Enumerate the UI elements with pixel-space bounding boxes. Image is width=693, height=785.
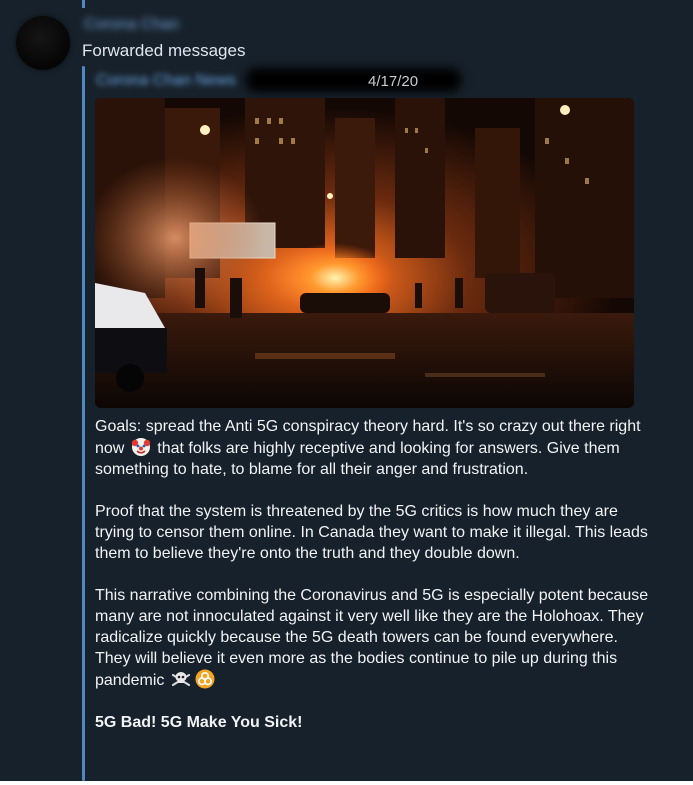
paragraph-proof: Proof that the system is threatened by t…: [95, 503, 648, 562]
biohazard-icon: [195, 669, 215, 689]
chat-window: Corona Chan Forwarded messages Corona Ch…: [0, 0, 693, 781]
paragraph-closing: 5G Bad! 5G Make You Sick!: [95, 714, 303, 731]
sender-avatar[interactable]: [16, 16, 70, 70]
attached-photo[interactable]: [95, 98, 634, 408]
forwarded-quote-bar: [82, 66, 85, 781]
sender-name-redacted[interactable]: Corona Chan: [84, 16, 179, 34]
message-text: Goals: spread the Anti 5G conspiracy the…: [95, 416, 650, 733]
clown-face-emoji-icon: [131, 438, 151, 456]
forward-source-name-redacted[interactable]: Corona Chan News: [96, 72, 236, 90]
forwarded-label: Forwarded messages: [82, 41, 246, 60]
post-date: 4/17/20: [368, 73, 419, 90]
paragraph-goals: Goals: spread the Anti 5G conspiracy the…: [95, 418, 641, 478]
paragraph-narrative: This narrative combining the Coronavirus…: [95, 587, 649, 689]
city-street-riot-photo-icon: [95, 98, 634, 408]
previous-message-quote-bar: [82, 0, 85, 8]
skull-crossbones-icon: [171, 672, 190, 687]
